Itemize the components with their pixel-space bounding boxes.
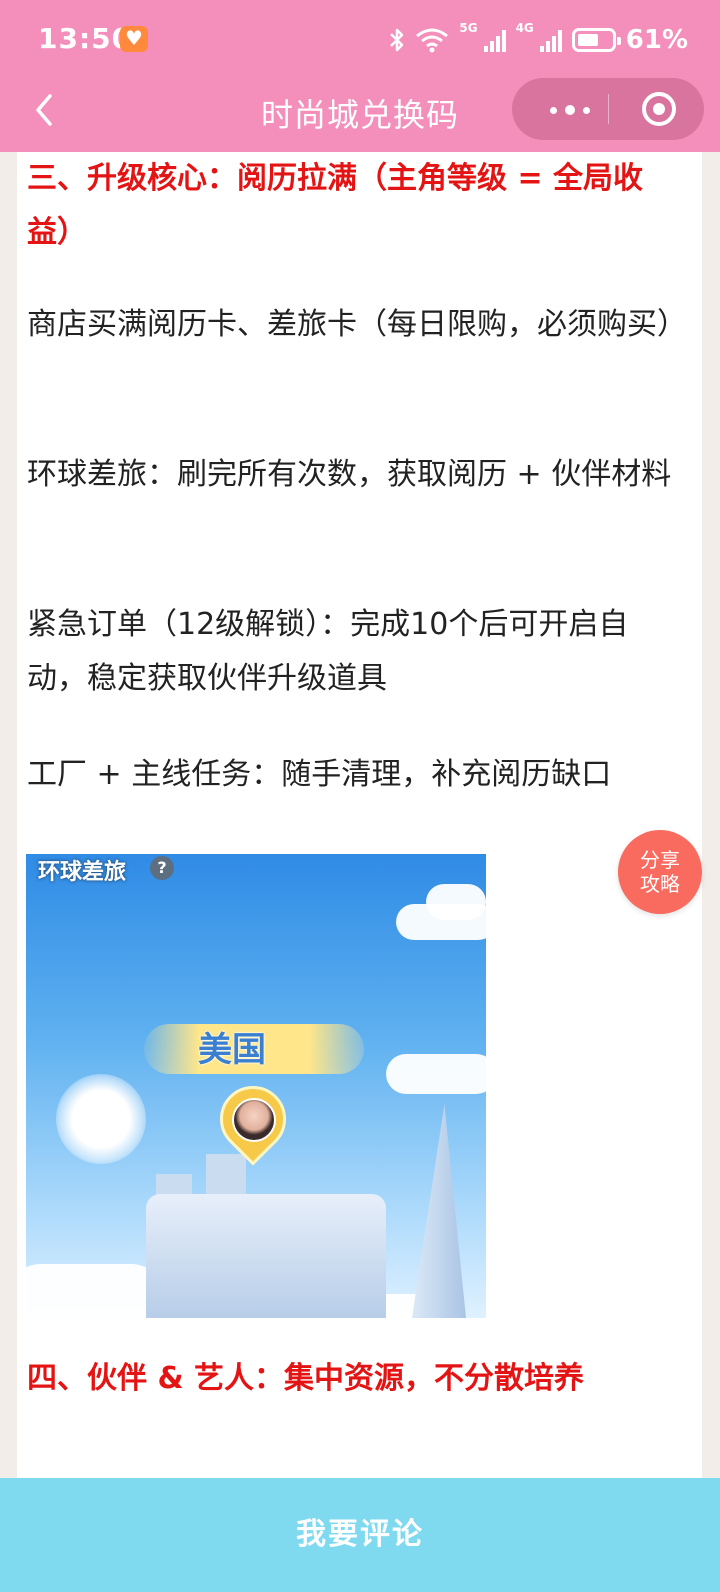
status-time: 13:50 — [38, 22, 133, 55]
avatar — [232, 1098, 276, 1142]
game-screenshot-image[interactable]: 环球差旅 ? 美国 — [26, 854, 486, 1318]
mall-building — [146, 1194, 386, 1318]
paragraph-3: 紧急订单（12级解锁）：完成10个后可开启自动，稳定获取伙伴升级道具 — [27, 607, 629, 696]
close-button[interactable] — [624, 78, 688, 140]
help-icon: ? — [150, 856, 174, 880]
capsule-divider — [608, 94, 609, 124]
share-guide-button[interactable]: 分享 攻略 — [618, 830, 702, 914]
comment-button[interactable]: 我要评论 — [0, 1478, 720, 1592]
more-dots-icon — [550, 105, 590, 115]
header: 13:50 5G 4G 61% 时尚城兑换码 — [0, 0, 720, 152]
location-banner-text: 美国 — [198, 1030, 266, 1070]
cloud — [26, 1264, 166, 1318]
cloud — [386, 1054, 486, 1094]
bluetooth-icon — [390, 28, 404, 52]
article-content: 三、升级核心：阅历拉满（主角等级 = 全局收益） 商店买满阅历卡、差旅卡（每日限… — [17, 152, 702, 1478]
signal-icon — [483, 28, 506, 52]
paragraph-2: 环球差旅：刷完所有次数，获取阅历 + 伙伴材料 — [27, 457, 672, 492]
nav-bar: 时尚城兑换码 — [0, 78, 720, 152]
more-button[interactable] — [532, 78, 608, 140]
wifi-icon — [416, 28, 449, 53]
close-target-icon — [642, 92, 676, 126]
section-heading-4: 四、伙伴 & 艺人：集中资源，不分散培养 — [27, 1361, 585, 1396]
net-4g-label: 4G — [515, 21, 534, 35]
signal-icon-2 — [539, 28, 562, 52]
mini-program-capsule — [512, 78, 704, 140]
paragraph-4: 工厂 + 主线任务：随手清理，补充阅历缺口 — [27, 757, 612, 792]
cloud — [426, 884, 486, 920]
share-line-1: 分享 — [640, 848, 680, 872]
bottom-bar: 我要评论 — [0, 1478, 720, 1592]
section-heading-3: 三、升级核心：阅历拉满（主角等级 = 全局收益） — [27, 161, 644, 250]
net-5g-label: 5G — [459, 21, 478, 35]
app-notification-icon — [120, 26, 148, 52]
status-bar: 13:50 5G 4G 61% — [0, 0, 720, 80]
paragraph-1: 商店买满阅历卡、差旅卡（每日限购，必须购买） — [27, 307, 687, 342]
sun-glow — [56, 1074, 146, 1164]
tower-building — [412, 1104, 466, 1318]
battery-icon — [571, 28, 621, 52]
share-line-2: 攻略 — [640, 872, 680, 896]
status-icons: 5G 4G 61% — [389, 22, 688, 58]
image-title: 环球差旅 — [38, 860, 127, 885]
battery-percent: 61% — [625, 25, 688, 55]
